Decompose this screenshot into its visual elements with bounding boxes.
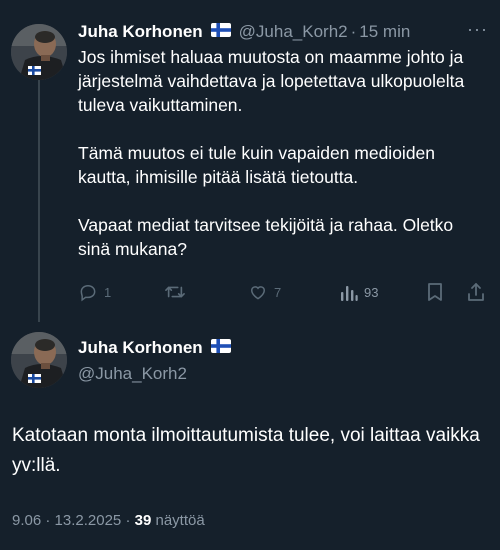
separator-dot: ·: [125, 512, 131, 529]
author-name[interactable]: Juha Korhonen: [78, 338, 203, 358]
finland-flag-icon: [210, 22, 231, 42]
author-handle[interactable]: @Juha_Korh2: [239, 22, 348, 42]
tweet-text: Jos ihmiset haluaa muutosta on maamme jo…: [78, 45, 490, 261]
retweet-button[interactable]: [164, 278, 192, 306]
tweet-thread: Juha Korhonen @Juha_Korh2 · 15 min ··· J…: [0, 0, 500, 550]
reply-text: Katotaan monta ilmoittautumista tulee, v…: [12, 425, 480, 476]
tweet-paragraph: Vapaat mediat tarvitsee tekijöitä ja rah…: [78, 215, 454, 259]
reply-meta: 9.06 · 13.2.2025 · 39 näyttöä: [12, 512, 490, 529]
timestamp[interactable]: 15 min: [359, 22, 410, 42]
tweet-paragraph: Tämä muutos ei tule kuin vapaiden medioi…: [78, 143, 436, 187]
author-handle[interactable]: @Juha_Korh2: [78, 364, 490, 384]
bookmark-icon: [426, 282, 444, 302]
share-button[interactable]: [466, 278, 486, 306]
separator-dot: ·: [350, 22, 357, 41]
action-bar: 1 7 93: [78, 278, 492, 306]
more-options-icon[interactable]: ···: [467, 19, 488, 40]
view-count: 93: [364, 284, 379, 300]
author-name[interactable]: Juha Korhonen: [78, 22, 203, 42]
reply-button[interactable]: 1: [78, 278, 111, 306]
bookmark-button[interactable]: [426, 278, 444, 306]
views-button[interactable]: 93: [340, 278, 378, 306]
views-number: 39: [134, 512, 152, 529]
tweet-header: Juha Korhonen @Juha_Korh2 · 15 min ···: [78, 19, 490, 45]
reply-count: 1: [104, 284, 112, 300]
thread-line: [38, 80, 40, 322]
avatar[interactable]: [11, 332, 67, 388]
tweet-paragraph: Jos ihmiset haluaa muutosta on maamme jo…: [78, 47, 465, 115]
like-button[interactable]: 7: [248, 278, 281, 306]
separator-dot: ·: [45, 512, 51, 529]
tweet[interactable]: Juha Korhonen @Juha_Korh2 · 15 min ··· J…: [0, 0, 500, 322]
heart-icon: [248, 282, 268, 302]
avatar[interactable]: [11, 24, 67, 80]
reply-header: Juha Korhonen @Juha_Korh2: [78, 336, 490, 384]
share-icon: [466, 282, 486, 302]
retweet-icon: [164, 282, 186, 302]
reply-time[interactable]: 9.06: [12, 512, 41, 529]
like-count: 7: [274, 284, 282, 300]
views-label: näyttöä: [155, 512, 205, 529]
views-icon: [340, 282, 358, 302]
reply-date[interactable]: 13.2.2025: [55, 512, 122, 529]
reply-icon: [78, 282, 98, 302]
finland-flag-icon: [210, 338, 231, 358]
